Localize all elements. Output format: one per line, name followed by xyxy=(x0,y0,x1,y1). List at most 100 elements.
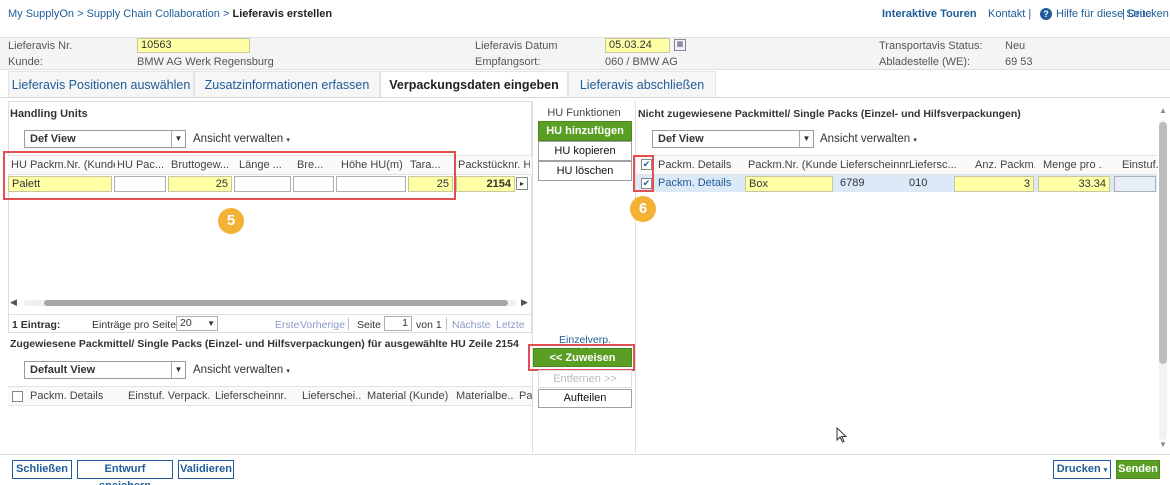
kunde-value: BMW AG Werk Regensburg xyxy=(137,56,274,68)
unassigned-col-anz[interactable]: Anz. Packm. xyxy=(975,156,1035,174)
chevron-down-icon: ▼ xyxy=(799,131,813,147)
save-draft-button[interactable]: Entwurf speichern xyxy=(77,460,173,485)
assigned-col-einstuf[interactable]: Einstuf. Verpack. xyxy=(128,387,210,405)
unassigned-view-select[interactable]: Def View ▼ xyxy=(652,130,814,148)
breadcrumb-scc[interactable]: Supply Chain Collaboration xyxy=(87,8,220,20)
assigned-col-ls[interactable]: Lieferschei... xyxy=(302,387,362,405)
breadcrumb-my-supplyon[interactable]: My SupplyOn xyxy=(8,8,74,20)
assigned-col-material[interactable]: Material (Kunde) xyxy=(367,387,449,405)
hu-col-packstueck[interactable]: Packstücknr. HU xyxy=(458,156,530,174)
interactive-tours-link[interactable]: Interaktive Touren xyxy=(882,8,977,20)
unassigned-scroll-thumb[interactable] xyxy=(1159,122,1167,364)
footer-bar xyxy=(0,454,1170,485)
annotation-box-hu-row xyxy=(3,151,456,200)
assigned-col-lsnr[interactable]: Lieferscheinnr. xyxy=(215,387,295,405)
pager-divider xyxy=(348,318,349,330)
empfangsort-value: 060 / BMW AG xyxy=(605,56,678,68)
print-link[interactable]: | Drucken xyxy=(1122,8,1169,20)
assigned-col-materialbe[interactable]: Materialbe... xyxy=(456,387,514,405)
caret-down-icon: ▾ xyxy=(286,137,290,144)
send-button[interactable]: Senden xyxy=(1116,460,1160,479)
hu-view-select[interactable]: Def View ▼ xyxy=(24,130,186,148)
contact-link[interactable]: Kontakt | xyxy=(988,8,1031,20)
avis-datum-field[interactable]: 05.03.24 xyxy=(605,38,670,53)
print-button[interactable]: Drucken ▾ xyxy=(1053,460,1111,479)
unassigned-col-details[interactable]: Packm. Details xyxy=(658,156,738,174)
scroll-up-icon[interactable]: ▲ xyxy=(1159,106,1167,115)
unassigned-view-manage[interactable]: Ansicht verwalten ▾ xyxy=(820,130,917,150)
avis-nr-label: Lieferavis Nr. xyxy=(8,40,73,52)
assigned-select-all-checkbox[interactable] xyxy=(12,391,23,402)
pager-page-input[interactable]: 1 xyxy=(384,316,412,331)
unassigned-view-value: Def View xyxy=(658,133,704,145)
unassigned-cell-details[interactable]: Packm. Details xyxy=(655,176,741,192)
assigned-title: Zugewiesene Packmittel/ Single Packs (Ei… xyxy=(10,338,519,350)
calendar-icon[interactable]: ▦ xyxy=(674,39,686,51)
abladestelle-label: Abladestelle (WE): xyxy=(879,56,971,68)
unassigned-cell-menge[interactable]: 33.34 xyxy=(1038,176,1110,192)
hu-panel-title: Handling Units xyxy=(10,108,88,120)
hu-view-manage[interactable]: Ansicht verwalten ▾ xyxy=(193,130,290,150)
breadcrumb-separator: > xyxy=(222,8,230,20)
pager-divider xyxy=(446,318,447,330)
scroll-down-icon[interactable]: ▼ xyxy=(1159,440,1167,449)
chevron-down-icon: ▼ xyxy=(207,319,215,328)
chevron-down-icon: ▼ xyxy=(171,362,185,378)
pager-last[interactable]: Letzte xyxy=(496,319,525,331)
unassigned-col-lsnr[interactable]: Lieferscheinnr. xyxy=(840,156,918,174)
hu-pager-per-page-label: Einträge pro Seite xyxy=(92,319,177,331)
transport-status-label: Transportavis Status: xyxy=(879,40,983,52)
unassigned-cell-pos: 010 xyxy=(909,177,928,189)
hu-pager-per-page-select[interactable]: 20 ▼ xyxy=(176,316,218,331)
tab-verpackungsdaten[interactable]: Verpackungsdaten eingeben xyxy=(380,71,568,97)
assigned-view-manage-label: Ansicht verwalten xyxy=(193,364,284,376)
hu-view-value: Def View xyxy=(30,133,76,145)
unassigned-col-packm[interactable]: Packm.Nr. (Kunde) xyxy=(748,156,838,174)
caret-down-icon: ▾ xyxy=(286,368,290,375)
unassigned-cell-packm[interactable]: Box xyxy=(745,176,833,192)
tab-zusatzinfo[interactable]: Zusatzinformationen erfassen xyxy=(194,71,380,97)
avis-datum-label: Lieferavis Datum xyxy=(475,40,558,52)
unassigned-col-einstuf[interactable]: Einstuf. xyxy=(1122,156,1158,174)
pager-page-label: Seite xyxy=(357,319,381,331)
hu-add-button[interactable]: HU hinzufügen xyxy=(538,121,632,141)
print-button-label: Drucken xyxy=(1056,463,1101,475)
breadcrumb: My SupplyOn > Supply Chain Collaboration… xyxy=(8,8,332,20)
close-button[interactable]: Schließen xyxy=(12,460,72,479)
unassigned-cell-anz[interactable]: 3 xyxy=(954,176,1034,192)
abladestelle-value: 69 53 xyxy=(1005,56,1033,68)
row-detail-icon[interactable]: ▸ xyxy=(516,177,528,190)
unassigned-view-manage-label: Ansicht verwalten xyxy=(820,133,911,145)
hu-scroll-right-icon[interactable]: ▶ xyxy=(521,297,528,308)
annotation-box-checkboxes xyxy=(633,155,654,192)
tab-abschliessen[interactable]: Lieferavis abschließen xyxy=(568,71,716,97)
hu-scroll-left-icon[interactable]: ◀ xyxy=(10,297,17,308)
assigned-col-pa[interactable]: Pa xyxy=(519,387,532,405)
mouse-cursor-icon xyxy=(836,427,848,443)
tab-positionen[interactable]: Lieferavis Positionen auswählen xyxy=(8,71,194,97)
unassigned-cell-einstuf[interactable] xyxy=(1114,176,1156,192)
caret-down-icon: ▾ xyxy=(1103,467,1108,474)
assigned-view-select[interactable]: Default View ▼ xyxy=(24,361,186,379)
hu-scroll-thumb[interactable] xyxy=(44,300,508,306)
hu-copy-button[interactable]: HU kopieren xyxy=(538,141,632,161)
hu-cell-packstueck[interactable]: 2154 xyxy=(456,176,515,192)
avis-nr-field[interactable]: 10563 xyxy=(137,38,250,53)
validate-button[interactable]: Validieren xyxy=(178,460,234,479)
unassigned-cell-lsnr: 6789 xyxy=(840,177,865,189)
pager-first[interactable]: Erste xyxy=(275,319,300,331)
caret-down-icon: ▾ xyxy=(913,137,917,144)
pager-prev[interactable]: Vorherige xyxy=(300,319,345,331)
split-button[interactable]: Aufteilen xyxy=(538,389,632,408)
assigned-col-details[interactable]: Packm. Details xyxy=(30,387,110,405)
chevron-down-icon: ▼ xyxy=(171,131,185,147)
hu-pager-count: 1 Eintrag: xyxy=(12,319,61,331)
hu-delete-button[interactable]: HU löschen xyxy=(538,161,632,181)
help-icon[interactable]: ? xyxy=(1040,8,1052,20)
unassigned-col-menge[interactable]: Menge pro ... xyxy=(1043,156,1103,174)
assigned-view-manage[interactable]: Ansicht verwalten ▾ xyxy=(193,361,290,381)
pager-next[interactable]: Nächste xyxy=(452,319,491,331)
transport-status-value: Neu xyxy=(1005,40,1026,52)
remove-button[interactable]: Entfernen >> xyxy=(538,370,632,388)
unassigned-col-ls[interactable]: Liefersc... xyxy=(909,156,957,174)
